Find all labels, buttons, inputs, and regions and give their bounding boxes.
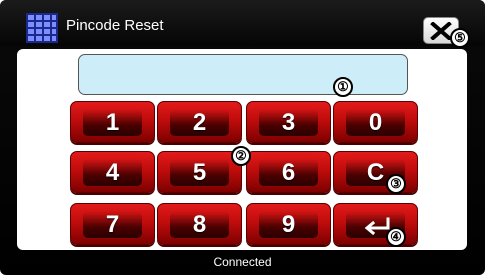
callout-marker-2: ② (231, 146, 251, 166)
callout-marker-5: ⑤ (450, 28, 470, 48)
key-label: 7 (105, 211, 120, 238)
key-0[interactable]: 0 (333, 101, 418, 143)
key-4[interactable]: 4 (70, 151, 155, 193)
key-7[interactable]: 7 (70, 203, 155, 245)
key-9[interactable]: 9 (246, 203, 331, 245)
key-label: 1 (105, 109, 120, 136)
title-bar: Pincode Reset ⑤ (0, 0, 485, 48)
window-title: Pincode Reset (66, 17, 164, 34)
key-3[interactable]: 3 (246, 101, 331, 143)
key-1[interactable]: 1 (70, 101, 155, 143)
pincode-reset-window: Pincode Reset ⑤ ① 1230456C789 ② ③ ④ Conn… (0, 0, 485, 275)
callout-marker-1: ① (333, 77, 353, 97)
key-label: 8 (192, 211, 207, 238)
key-label: 9 (281, 211, 296, 238)
keypad-app-icon (26, 13, 58, 43)
pin-input[interactable] (78, 54, 408, 95)
key-label: 5 (192, 159, 207, 186)
connection-status: Connected (213, 255, 272, 269)
key-label: 3 (281, 109, 296, 136)
key-2[interactable]: 2 (157, 101, 242, 143)
key-label: 2 (192, 109, 207, 136)
key-6[interactable]: 6 (246, 151, 331, 193)
callout-marker-4: ④ (386, 227, 406, 247)
key-label: 6 (281, 159, 296, 186)
callout-marker-3: ③ (386, 174, 406, 194)
key-8[interactable]: 8 (157, 203, 242, 245)
key-label: 0 (368, 109, 383, 136)
key-label: 4 (105, 159, 120, 186)
key-5[interactable]: 5 (157, 151, 242, 193)
close-icon (430, 22, 452, 40)
